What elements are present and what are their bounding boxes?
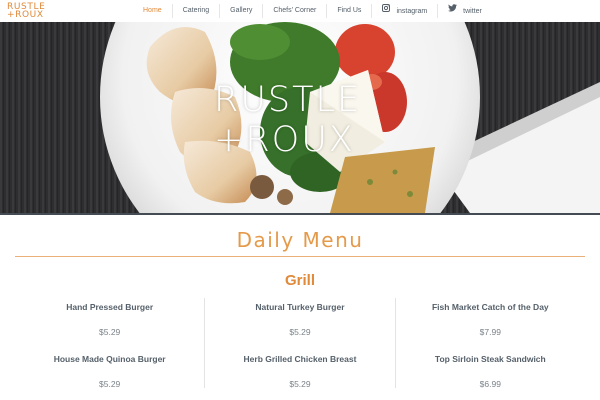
menu-item-name: House Made Quinoa Burger (53, 354, 166, 364)
menu-column-3: Fish Market Catch of the Day $7.99 Top S… (396, 298, 585, 389)
menu-item-price: $5.29 (99, 379, 121, 389)
menu-item: Natural Turkey Burger $5.29 (205, 302, 394, 350)
nav-catering-label: Catering (182, 7, 210, 14)
instagram-icon (382, 4, 391, 18)
hero-brand-wordmark: RUSTLE +ROUX (214, 80, 394, 160)
nav-catering[interactable]: Catering (173, 4, 221, 18)
menu-divider (15, 256, 585, 257)
nav-home[interactable]: Home (133, 4, 173, 18)
menu-column-1: Hand Pressed Burger $5.29 House Made Qui… (15, 298, 204, 389)
menu-title: Daily Menu (236, 228, 364, 252)
nav-twitter-label: twitter (463, 7, 482, 15)
nav-gallery-label: Gallery (230, 7, 253, 14)
menu-item-price: $5.29 (289, 379, 311, 389)
nav-gallery[interactable]: Gallery (220, 4, 264, 18)
section-title-grill: Grill (284, 272, 315, 289)
menu-item-price: $5.29 (289, 327, 311, 337)
nav-chefs-corner[interactable]: Chefs' Corner (263, 4, 328, 18)
menu-item-name: Fish Market Catch of the Day (431, 302, 549, 312)
menu-item-name: Natural Turkey Burger (255, 302, 345, 312)
nav-find-us[interactable]: Find Us (327, 4, 373, 18)
nav-home-label: Home (143, 7, 162, 14)
nav-instagram-label: instagram (396, 7, 428, 15)
logo-line-2: +ROUX (7, 10, 44, 20)
menu-column-2: Natural Turkey Burger $5.29 Herb Grilled… (204, 298, 396, 389)
menu-item: Hand Pressed Burger $5.29 (15, 302, 204, 350)
menu-item-name: Herb Grilled Chicken Breast (243, 354, 357, 364)
top-navbar: RUSTLE +ROUX Home Catering Gallery Chefs… (0, 0, 600, 22)
nav-find-us-label: Find Us (337, 7, 362, 14)
menu-item: Fish Market Catch of the Day $7.99 (396, 302, 585, 350)
hero-brand-line-2: +ROUX (214, 120, 355, 160)
menu-item: Herb Grilled Chicken Breast $5.29 (205, 354, 394, 400)
menu-item: Top Sirloin Steak Sandwich $6.99 (396, 354, 585, 400)
menu-item-price: $7.99 (479, 327, 501, 337)
menu-item-name: Hand Pressed Burger (66, 302, 154, 312)
hero-image: RUSTLE +ROUX (0, 22, 600, 213)
menu-item-name: Top Sirloin Steak Sandwich (434, 354, 546, 364)
menu-item: House Made Quinoa Burger $5.29 (15, 354, 204, 400)
site-logo[interactable]: RUSTLE +ROUX (7, 3, 45, 20)
main-nav: Home Catering Gallery Chefs' Corner Find… (133, 0, 492, 22)
nav-chefs-corner-label: Chefs' Corner (273, 7, 317, 14)
hero-brand-line-1: RUSTLE (214, 80, 362, 120)
menu-item-price: $5.29 (99, 327, 121, 337)
menu-grid: Hand Pressed Burger $5.29 House Made Qui… (15, 298, 585, 389)
menu-item-price: $6.99 (479, 379, 501, 389)
nav-twitter[interactable]: twitter (438, 4, 492, 18)
hero-bottom-rule (0, 213, 600, 215)
nav-instagram[interactable]: instagram (372, 4, 439, 18)
twitter-icon (448, 4, 457, 18)
